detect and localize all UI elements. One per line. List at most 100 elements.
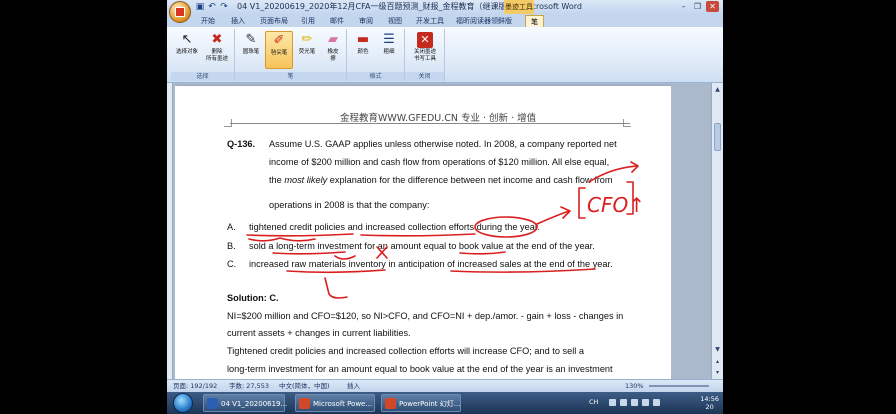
eraser-x-icon: ✖ [211, 32, 223, 47]
word-window: ▣ ↶ ↷ 04 V1_20200619_2020年12月CFA一级百题预测_财… [167, 0, 723, 414]
solution-line: long-term investment for an amount equal… [227, 364, 613, 374]
felt-tip-pen-icon: ✐ [273, 33, 285, 48]
delete-all-ink-button[interactable]: ✖ 删除 所有墨迹 [203, 31, 231, 69]
question-line: income of $200 million and cash flow fro… [269, 157, 610, 167]
felt-tip-pen-button[interactable]: ✐ 毡尖笔 [265, 31, 293, 69]
scroll-down-icon[interactable]: ▼ [713, 345, 722, 354]
undo-icon[interactable]: ↶ [207, 2, 217, 12]
ink-bracket-left [578, 187, 586, 219]
tray-icon[interactable] [620, 399, 627, 406]
scroll-up-icon[interactable]: ▲ [713, 85, 722, 94]
taskbar: 04 V1_20200619... Microsoft Powe... Powe… [167, 392, 723, 414]
next-page-icon[interactable]: ▾ [713, 368, 722, 377]
ink-underline-credit [246, 233, 354, 237]
scroll-thumb[interactable] [714, 123, 721, 151]
cursor-icon: ↖ [181, 32, 193, 47]
solution-line: Tightened credit policies and increased … [227, 346, 584, 356]
ink-arrow-to-note [536, 210, 570, 225]
option-letter: B. [227, 241, 236, 251]
option-letter: A. [227, 222, 236, 232]
title-bar: ▣ ↶ ↷ 04 V1_20200619_2020年12月CFA一级百题预测_财… [167, 0, 723, 14]
task-powerpoint[interactable]: Microsoft Powe... [295, 394, 375, 412]
close-ink-tools-button[interactable]: ✕ 关闭墨迹 书写工具 [409, 31, 441, 69]
task-slideshow[interactable]: PowerPoint 幻灯... [381, 394, 461, 412]
group-pens: ✎ 圆珠笔 ✐ 毡尖笔 ✏ 荧光笔 ▰ 橡皮 擦 笔 [235, 29, 347, 81]
input-language[interactable]: CH [589, 397, 598, 408]
volume-icon[interactable] [642, 399, 649, 406]
ink-arrowhead [560, 206, 571, 219]
tab-references[interactable]: 引用 [301, 15, 315, 27]
question-line: the most likely explanation for the diff… [269, 175, 613, 185]
tray-icon[interactable] [653, 399, 660, 406]
solution-label: Solution: C. [227, 293, 279, 303]
ballpoint-pen-icon: ✎ [245, 32, 257, 47]
ink-curve-arrow [630, 161, 639, 173]
tab-home[interactable]: 开始 [201, 15, 215, 27]
ink-underline-sales [450, 268, 596, 273]
powerpoint-icon [299, 398, 310, 409]
option-text-b: sold a long-term investment for an amoun… [249, 241, 595, 251]
tab-developer[interactable]: 开发工具 [416, 15, 444, 27]
word-count[interactable]: 字数: 27,553 [229, 381, 269, 392]
color-icon: ▬ [356, 32, 370, 47]
option-text-c: increased raw materials inventory in ant… [249, 259, 613, 269]
vertical-ruler [167, 83, 173, 379]
ink-underline-book-value [459, 251, 506, 255]
page-count[interactable]: 页面: 192/192 [173, 381, 217, 392]
solution-line: current assets + changes in current liab… [227, 328, 411, 338]
tab-insert[interactable]: 插入 [231, 15, 245, 27]
weight-icon: ☰ [383, 32, 395, 47]
task-word[interactable]: 04 V1_20200619... [203, 394, 287, 412]
select-objects-button[interactable]: ↖ 选择对象 [173, 31, 201, 69]
prev-page-icon[interactable]: ▴ [713, 357, 722, 366]
save-icon[interactable]: ▣ [195, 2, 205, 12]
close-button[interactable]: ✕ [706, 1, 719, 12]
eraser-icon: ▰ [328, 32, 338, 47]
header-rule [230, 123, 630, 124]
option-text-a: tightened credit policies and increased … [249, 222, 540, 232]
highlighter-button[interactable]: ✏ 荧光笔 [293, 31, 321, 69]
slideshow-icon [385, 398, 396, 409]
question-line: Assume U.S. GAAP applies unless otherwis… [269, 139, 617, 149]
ballpoint-pen-button[interactable]: ✎ 圆珠笔 [237, 31, 265, 69]
minimize-button[interactable]: – [677, 1, 690, 12]
tab-pen[interactable]: 笔 [525, 15, 544, 27]
restore-button[interactable]: ❐ [691, 1, 704, 12]
tray-icon[interactable] [609, 399, 616, 406]
close-ink-icon: ✕ [417, 32, 433, 48]
ink-underline-long-term [272, 251, 346, 255]
ink-check-c [324, 277, 348, 299]
ink-color-button[interactable]: ▬ 颜色 [349, 31, 377, 69]
eraser-button[interactable]: ▰ 橡皮 擦 [319, 31, 347, 69]
zoom-level[interactable]: 130% [625, 381, 644, 392]
document-page[interactable]: 金程教育WWW.GFEDU.CN 专业 · 创新 · 增值 Q-136. Ass… [175, 86, 671, 379]
tab-mailings[interactable]: 邮件 [330, 15, 344, 27]
option-letter: C. [227, 259, 237, 269]
ink-underline-collection [360, 233, 476, 237]
document-gutter [671, 83, 711, 379]
tab-page-layout[interactable]: 页面布局 [260, 15, 288, 27]
insert-mode[interactable]: 插入 [347, 381, 360, 392]
tab-foxit[interactable]: 福昕阅读器领鲜版 [456, 15, 512, 27]
zoom-slider[interactable] [649, 385, 709, 387]
clock[interactable]: 14:56 20 [700, 395, 719, 411]
office-button[interactable] [169, 1, 191, 23]
tab-review[interactable]: 审阅 [359, 15, 373, 27]
group-close: ✕ 关闭墨迹 书写工具 关闭 [405, 29, 445, 81]
ink-note-cfo-up: CFO↑ [587, 193, 645, 217]
page-header: 金程教育WWW.GFEDU.CN 专业 · 创新 · 增值 [340, 113, 537, 124]
solution-line: NI=$200 million and CFO=$120, so NI>CFO,… [227, 311, 624, 321]
office-logo-icon [175, 7, 185, 17]
question-number: Q-136. [227, 139, 256, 149]
context-tab-ink-tools: 墨迹工具 [504, 0, 534, 14]
redo-icon[interactable]: ↷ [219, 2, 229, 12]
ink-weight-button[interactable]: ☰ 粗细 [375, 31, 403, 69]
network-icon[interactable] [631, 399, 638, 406]
language-indicator[interactable]: 中文(简体，中国) [279, 381, 330, 392]
ribbon-tabs: 开始 插入 页面布局 引用 邮件 审阅 视图 开发工具 福昕阅读器领鲜版 笔 [167, 14, 723, 27]
start-button[interactable] [173, 393, 193, 413]
group-select: ↖ 选择对象 ✖ 删除 所有墨迹 选择 [171, 29, 235, 81]
question-line: operations in 2008 is that the company: [269, 200, 430, 210]
vertical-scrollbar[interactable]: ▲ ▼ ▴ ▾ [711, 83, 723, 379]
tab-view[interactable]: 视图 [388, 15, 402, 27]
